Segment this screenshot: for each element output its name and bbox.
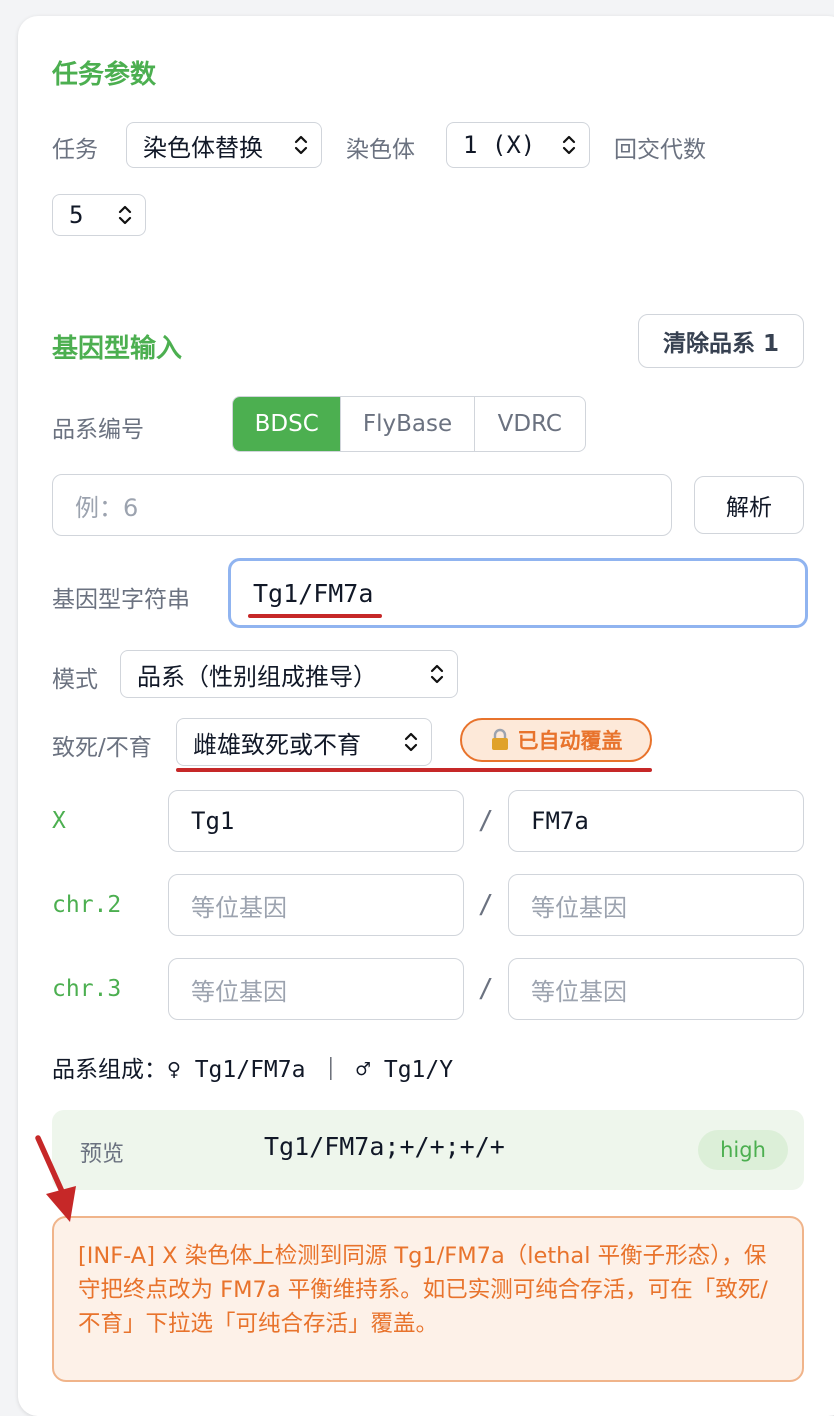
task-select[interactable]: 染色体替换 bbox=[126, 122, 322, 168]
chr-x-allele1-input[interactable]: Tg1 bbox=[168, 790, 464, 852]
red-underline-annotation bbox=[248, 614, 382, 618]
chr-x-allele2-value: FM7a bbox=[531, 807, 589, 835]
red-underline-annotation bbox=[176, 768, 652, 772]
stock-number-placeholder: 例：6 bbox=[75, 493, 139, 522]
mode-select[interactable]: 品系（性别组成推导） bbox=[120, 650, 458, 698]
chromosome-select[interactable]: 1 (X) bbox=[446, 122, 590, 168]
lethal-label: 致死/不育 bbox=[52, 735, 152, 761]
red-arrow-annotation bbox=[35, 1135, 76, 1222]
source-tab-bdsc[interactable]: BDSC bbox=[233, 397, 341, 451]
allele-separator: / bbox=[478, 974, 494, 1004]
chr-2-allele1-placeholder: 等位基因 bbox=[191, 893, 287, 922]
chevron-updown-icon bbox=[430, 664, 444, 684]
chr-x-allele2-input[interactable]: FM7a bbox=[508, 790, 804, 852]
task-select-value: 染色体替换 bbox=[143, 133, 263, 162]
backcross-label: 回交代数 bbox=[614, 137, 706, 163]
chevron-updown-icon bbox=[294, 135, 308, 155]
confidence-badge: high bbox=[698, 1130, 788, 1170]
source-tab-flybase[interactable]: FlyBase bbox=[340, 397, 473, 451]
genotype-string-label: 基因型字符串 bbox=[52, 587, 190, 613]
lock-icon bbox=[491, 728, 508, 750]
clear-stock-button[interactable]: 清除品系 1 bbox=[638, 314, 804, 368]
chr-3-label: chr.3 bbox=[52, 976, 122, 1002]
inference-warning: [INF-A] X 染色体上检测到同源 Tg1/FM7a（lethal 平衡子形… bbox=[52, 1216, 804, 1382]
source-segmented-control: BDSC FlyBase VDRC bbox=[232, 396, 586, 452]
backcross-select[interactable]: 5 bbox=[52, 194, 146, 236]
chr-2-allele1-input[interactable]: 等位基因 bbox=[168, 874, 464, 936]
chr-3-allele1-input[interactable]: 等位基因 bbox=[168, 958, 464, 1020]
auto-override-text: 已自动覆盖 bbox=[517, 729, 623, 753]
source-tab-vdrc[interactable]: VDRC bbox=[473, 397, 585, 451]
allele-separator: / bbox=[478, 890, 494, 920]
chevron-updown-icon bbox=[118, 205, 132, 225]
stock-number-input[interactable]: 例：6 bbox=[52, 474, 672, 536]
chromosome-label: 染色体 bbox=[346, 137, 415, 163]
chevron-updown-icon bbox=[562, 135, 576, 155]
parse-button[interactable]: 解析 bbox=[694, 476, 804, 534]
chromosome-select-value: 1 (X) bbox=[463, 131, 536, 159]
preview-label: 预览 bbox=[80, 1142, 125, 1167]
auto-override-badge: 已自动覆盖 bbox=[460, 718, 652, 762]
chr-3-allele2-input[interactable]: 等位基因 bbox=[508, 958, 804, 1020]
chr-2-label: chr.2 bbox=[52, 892, 122, 918]
stock-composition: 品系组成：♀ Tg1/FM7a ｜ ♂ Tg1/Y bbox=[52, 1057, 454, 1083]
backcross-select-value: 5 bbox=[69, 201, 84, 229]
chr-x-allele1-value: Tg1 bbox=[191, 807, 235, 835]
task-label: 任务 bbox=[52, 137, 98, 163]
chr-x-label: X bbox=[52, 808, 66, 834]
stock-number-label: 品系编号 bbox=[52, 417, 144, 443]
genotype-input-title: 基因型输入 bbox=[52, 334, 183, 364]
lethal-select-value: 雌雄致死或不育 bbox=[193, 730, 361, 759]
mode-label: 模式 bbox=[52, 667, 98, 693]
preview-value: Tg1/FM7a;+/+;+/+ bbox=[264, 1132, 505, 1161]
chr-2-allele2-placeholder: 等位基因 bbox=[531, 893, 627, 922]
task-card: 任务参数 任务 染色体替换 染色体 1 (X) 回交代数 5 基因型输入 清除品… bbox=[18, 16, 834, 1416]
chr-2-allele2-input[interactable]: 等位基因 bbox=[508, 874, 804, 936]
allele-separator: / bbox=[478, 806, 494, 836]
mode-select-value: 品系（性别组成推导） bbox=[137, 662, 377, 691]
task-params-title: 任务参数 bbox=[52, 60, 157, 90]
chevron-updown-icon bbox=[404, 732, 418, 752]
lethal-select[interactable]: 雌雄致死或不育 bbox=[176, 718, 432, 766]
genotype-string-value: Tg1/FM7a bbox=[253, 578, 374, 608]
preview-panel: 预览 Tg1/FM7a;+/+;+/+ high bbox=[52, 1110, 804, 1190]
chr-3-allele2-placeholder: 等位基因 bbox=[531, 977, 627, 1006]
chr-3-allele1-placeholder: 等位基因 bbox=[191, 977, 287, 1006]
